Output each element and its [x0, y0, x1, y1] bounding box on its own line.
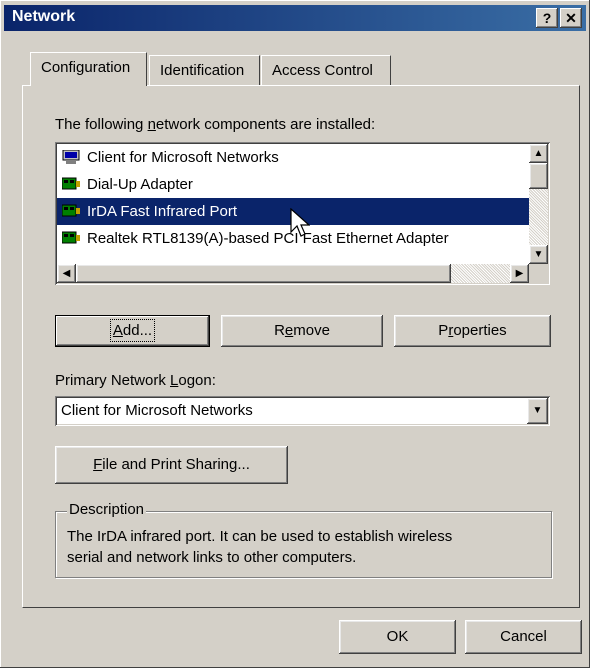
components-label: The following network components are ins… — [55, 116, 376, 133]
client-icon — [62, 150, 80, 164]
primary-logon-value: Client for Microsoft Networks — [61, 402, 253, 419]
network-dialog: Network ? ✕ Configuration Identification… — [0, 0, 590, 668]
remove-button[interactable]: Remove — [221, 315, 383, 347]
title-bar[interactable]: Network ? ✕ — [4, 5, 586, 31]
cancel-button[interactable]: Cancel — [465, 620, 582, 654]
close-button[interactable]: ✕ — [560, 8, 582, 28]
list-item-client[interactable]: Client for Microsoft Networks — [57, 144, 529, 171]
tab-configuration[interactable]: Configuration — [30, 52, 147, 86]
horizontal-scrollbar[interactable]: ◀ ▶ — [57, 264, 529, 283]
help-button[interactable]: ? — [536, 8, 558, 28]
vertical-scrollbar[interactable]: ▲ ▼ — [529, 144, 548, 264]
scroll-down-icon[interactable]: ▼ — [529, 245, 548, 264]
tab-access-control[interactable]: Access Control — [261, 55, 391, 85]
properties-button[interactable]: Properties — [394, 315, 551, 347]
components-list: Client for Microsoft Networks Dial-Up Ad… — [57, 144, 529, 264]
primary-logon-label: Primary Network Logon: — [55, 372, 216, 389]
scroll-left-icon[interactable]: ◀ — [57, 264, 76, 283]
scroll-corner — [529, 264, 548, 283]
description-line-2: serial and network links to other comput… — [67, 549, 357, 566]
item-label: Dial-Up Adapter — [87, 176, 193, 193]
ok-button[interactable]: OK — [339, 620, 456, 654]
hscroll-thumb[interactable] — [76, 264, 451, 283]
adapter-icon — [62, 177, 80, 190]
adapter-icon — [62, 231, 80, 244]
scroll-right-icon[interactable]: ▶ — [510, 264, 529, 283]
list-item-dialup[interactable]: Dial-Up Adapter — [57, 171, 529, 198]
item-label: IrDA Fast Infrared Port — [87, 203, 238, 220]
scroll-up-icon[interactable]: ▲ — [529, 144, 548, 163]
window-title: Network — [12, 8, 76, 25]
scroll-thumb[interactable] — [529, 163, 548, 189]
item-label: Realtek RTL8139(A)-based PCI Fast Ethern… — [87, 230, 449, 247]
chevron-down-icon[interactable]: ▼ — [527, 398, 548, 424]
description-title: Description — [67, 501, 147, 518]
description-line-1: The IrDA infrared port. It can be used t… — [67, 528, 453, 545]
add-button[interactable]: Add... — [55, 315, 210, 347]
mouse-cursor-icon — [290, 208, 310, 237]
item-label: Client for Microsoft Networks — [87, 149, 279, 166]
adapter-icon — [62, 204, 80, 217]
file-print-sharing-button[interactable]: File and Print Sharing... — [55, 446, 288, 484]
primary-logon-select[interactable]: Client for Microsoft Networks ▼ — [55, 396, 550, 426]
tab-identification[interactable]: Identification — [149, 55, 260, 85]
